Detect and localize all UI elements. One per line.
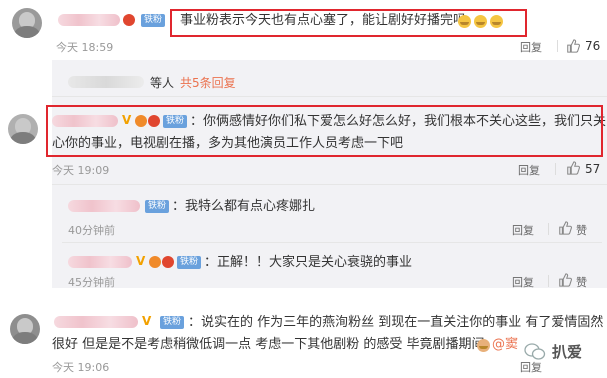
comment-text-line1: ：说实在的 作为三年的燕洵粉丝 到现在一直关注你的事业 有了爱情固然 bbox=[188, 315, 604, 330]
username-blurred[interactable] bbox=[68, 200, 140, 212]
divider bbox=[557, 40, 558, 52]
comment-time: 45分钟前 bbox=[68, 276, 115, 289]
username-blurred[interactable] bbox=[68, 256, 132, 268]
thumb-up-icon[interactable] bbox=[566, 39, 580, 53]
avatar[interactable] bbox=[12, 8, 42, 38]
highlight-box bbox=[46, 105, 603, 157]
like-button[interactable]: 赞 bbox=[576, 274, 587, 290]
divider bbox=[548, 275, 549, 287]
like-count: 57 bbox=[585, 162, 601, 176]
vip-v-icon: V bbox=[136, 254, 146, 268]
thumb-up-icon[interactable] bbox=[566, 161, 580, 175]
divider bbox=[52, 96, 607, 97]
highlight-box bbox=[170, 9, 527, 37]
fan-badge: 铁粉 bbox=[160, 316, 185, 329]
comment-time: 今天 19:06 bbox=[52, 361, 110, 374]
like-count: 76 bbox=[585, 39, 601, 53]
watermark: 扒爱 bbox=[524, 340, 607, 364]
username-blurred[interactable] bbox=[54, 316, 138, 328]
watermark-text: 扒爱 bbox=[552, 343, 583, 361]
divider bbox=[548, 223, 549, 235]
thumb-up-icon[interactable] bbox=[558, 221, 572, 235]
thumb-up-icon[interactable] bbox=[558, 273, 572, 287]
divider bbox=[62, 242, 602, 243]
avatar[interactable] bbox=[10, 314, 40, 344]
comment-time: 今天 18:59 bbox=[56, 41, 114, 54]
wechat-icon bbox=[524, 343, 546, 360]
divider bbox=[555, 163, 556, 175]
username-blurred bbox=[68, 76, 144, 88]
comment-text: ：我特么都有点心疼娜扎 bbox=[172, 199, 316, 214]
comment-time: 40分钟前 bbox=[68, 224, 115, 237]
medal-icon bbox=[162, 256, 174, 268]
divider bbox=[52, 184, 607, 185]
comment-text: ：正解！！大家只是关心衰骁的事业 bbox=[204, 255, 413, 270]
fan-badge: 铁粉 bbox=[145, 200, 170, 213]
reply-button[interactable]: 回复 bbox=[512, 222, 534, 238]
fan-badge: 铁粉 bbox=[141, 14, 166, 27]
reply-button[interactable]: 回复 bbox=[518, 162, 540, 178]
medal-icon bbox=[123, 14, 135, 26]
medal-icon bbox=[149, 256, 161, 268]
reply-button[interactable]: 回复 bbox=[520, 39, 542, 55]
username-blurred[interactable] bbox=[58, 14, 120, 26]
comment-text-line2: 很好 但是是不是考虑稍微低调一点 考虑一下其他剧粉 的感受 毕竟剧播期间 bbox=[52, 337, 485, 352]
fan-badge: 铁粉 bbox=[177, 256, 202, 269]
avatar[interactable] bbox=[8, 114, 38, 144]
laugh-emoji-icon bbox=[477, 339, 490, 352]
reply-button[interactable]: 回复 bbox=[512, 274, 534, 290]
comment-time: 今天 19:09 bbox=[52, 164, 110, 177]
like-button[interactable]: 赞 bbox=[576, 222, 587, 238]
replies-summary-prefix: 等人 bbox=[150, 76, 175, 90]
replies-summary-link[interactable]: 共5条回复 bbox=[180, 74, 236, 91]
vip-v-icon: V bbox=[142, 314, 152, 328]
mention-link[interactable]: @窦 bbox=[492, 334, 518, 356]
